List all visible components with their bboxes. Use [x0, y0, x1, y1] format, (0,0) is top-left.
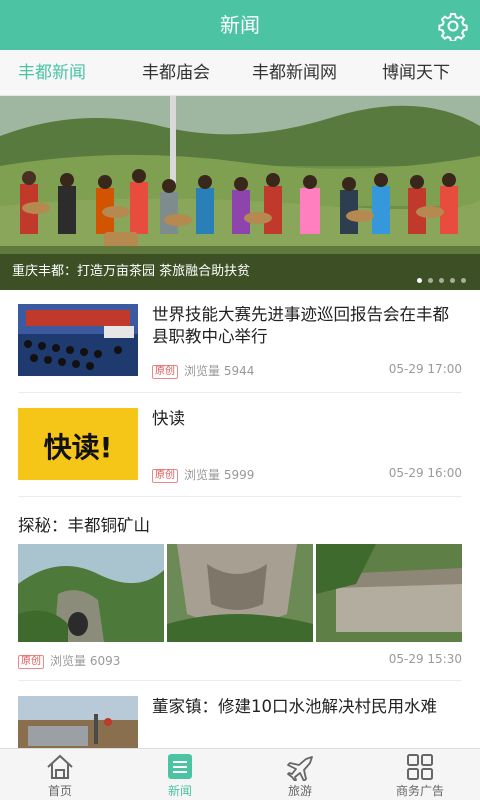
banner-caption: 重庆丰都：打造万亩茶园 茶旅融合助扶贫	[12, 264, 251, 279]
home-icon	[47, 754, 73, 779]
nav-label: 商务广告	[395, 784, 444, 798]
news-item[interactable]: 快读! 快读 原创 浏览量 5999 05-29 16:00	[18, 408, 462, 498]
publish-time: 05-29 15:30	[388, 652, 462, 666]
view-count: 浏览量 5999	[184, 468, 255, 482]
news-meta: 原创 浏览量 5999 05-29 16:00	[152, 466, 462, 483]
nav-home[interactable]: 首页	[0, 749, 120, 800]
divider	[18, 496, 462, 497]
nav-label: 新闻	[167, 784, 192, 798]
banner-carousel[interactable]: 重庆丰都：打造万亩茶园 茶旅融合助扶贫	[0, 96, 480, 290]
tab-fengdu-news[interactable]: 丰都新闻	[18, 50, 86, 96]
news-meta: 原创 浏览量 5944 05-29 17:00	[152, 362, 462, 379]
news-list-icon	[168, 754, 192, 779]
news-title: 快读	[152, 409, 185, 428]
gear-icon[interactable]	[438, 11, 468, 41]
publish-time: 05-29 17:00	[388, 362, 462, 376]
nav-label: 首页	[47, 784, 72, 798]
news-item[interactable]: 世界技能大赛先进事迹巡回报告会在丰都县职教中心举行 原创 浏览量 5944 05-…	[18, 304, 462, 394]
category-tabs: 丰都新闻 丰都庙会 丰都新闻网 博闻天下	[0, 50, 480, 96]
view-count: 浏览量 6093	[50, 654, 121, 668]
original-badge: 原创	[152, 469, 178, 483]
gallery-image	[18, 544, 164, 642]
carousel-dot[interactable]	[450, 278, 455, 283]
carousel-indicator	[411, 268, 466, 283]
nav-travel[interactable]: 旅游	[240, 749, 360, 800]
bottom-navigation: 首页 新闻 旅游 商务广告	[0, 748, 480, 800]
news-thumbnail	[18, 696, 138, 748]
view-count: 浏览量 5944	[184, 364, 255, 378]
nav-business-ads[interactable]: 商务广告	[360, 749, 480, 800]
news-meta: 原创 浏览量 6093 05-29 15:30	[18, 652, 462, 669]
divider	[18, 392, 462, 393]
nav-news[interactable]: 新闻	[120, 749, 240, 800]
news-item[interactable]: 董家镇：修建10口水池解决村民用水难	[18, 696, 462, 748]
news-feed: 世界技能大赛先进事迹巡回报告会在丰都县职教中心举行 原创 浏览量 5944 05-…	[0, 290, 480, 748]
airplane-icon	[287, 756, 313, 781]
news-title: 世界技能大赛先进事迹巡回报告会在丰都县职教中心举行	[152, 305, 449, 346]
news-thumbnail: 快读!	[18, 408, 138, 480]
news-thumbnail	[18, 304, 138, 376]
original-badge: 原创	[152, 365, 178, 379]
nav-label: 旅游	[287, 784, 312, 798]
banner-caption-bar: 重庆丰都：打造万亩茶园 茶旅融合助扶贫	[0, 254, 480, 290]
thumbnail-text: 快读!	[43, 431, 113, 464]
carousel-dot[interactable]	[461, 278, 466, 283]
top-bar: 新闻	[0, 0, 480, 50]
page-title: 新闻	[220, 13, 260, 37]
carousel-dot[interactable]	[439, 278, 444, 283]
grid-icon	[407, 754, 433, 780]
carousel-dot[interactable]	[417, 278, 422, 283]
original-badge: 原创	[18, 655, 44, 669]
carousel-dot[interactable]	[428, 278, 433, 283]
news-title: 探秘：丰都铜矿山	[18, 516, 150, 535]
gallery-image	[167, 544, 313, 642]
tab-world-news[interactable]: 博闻天下	[382, 50, 450, 96]
gallery-image	[316, 544, 462, 642]
divider	[18, 680, 462, 681]
publish-time: 05-29 16:00	[388, 466, 462, 480]
tab-fengdu-news-net[interactable]: 丰都新闻网	[252, 50, 337, 96]
tab-fengdu-temple-fair[interactable]: 丰都庙会	[142, 50, 210, 96]
news-title: 董家镇：修建10口水池解决村民用水难	[152, 697, 437, 716]
